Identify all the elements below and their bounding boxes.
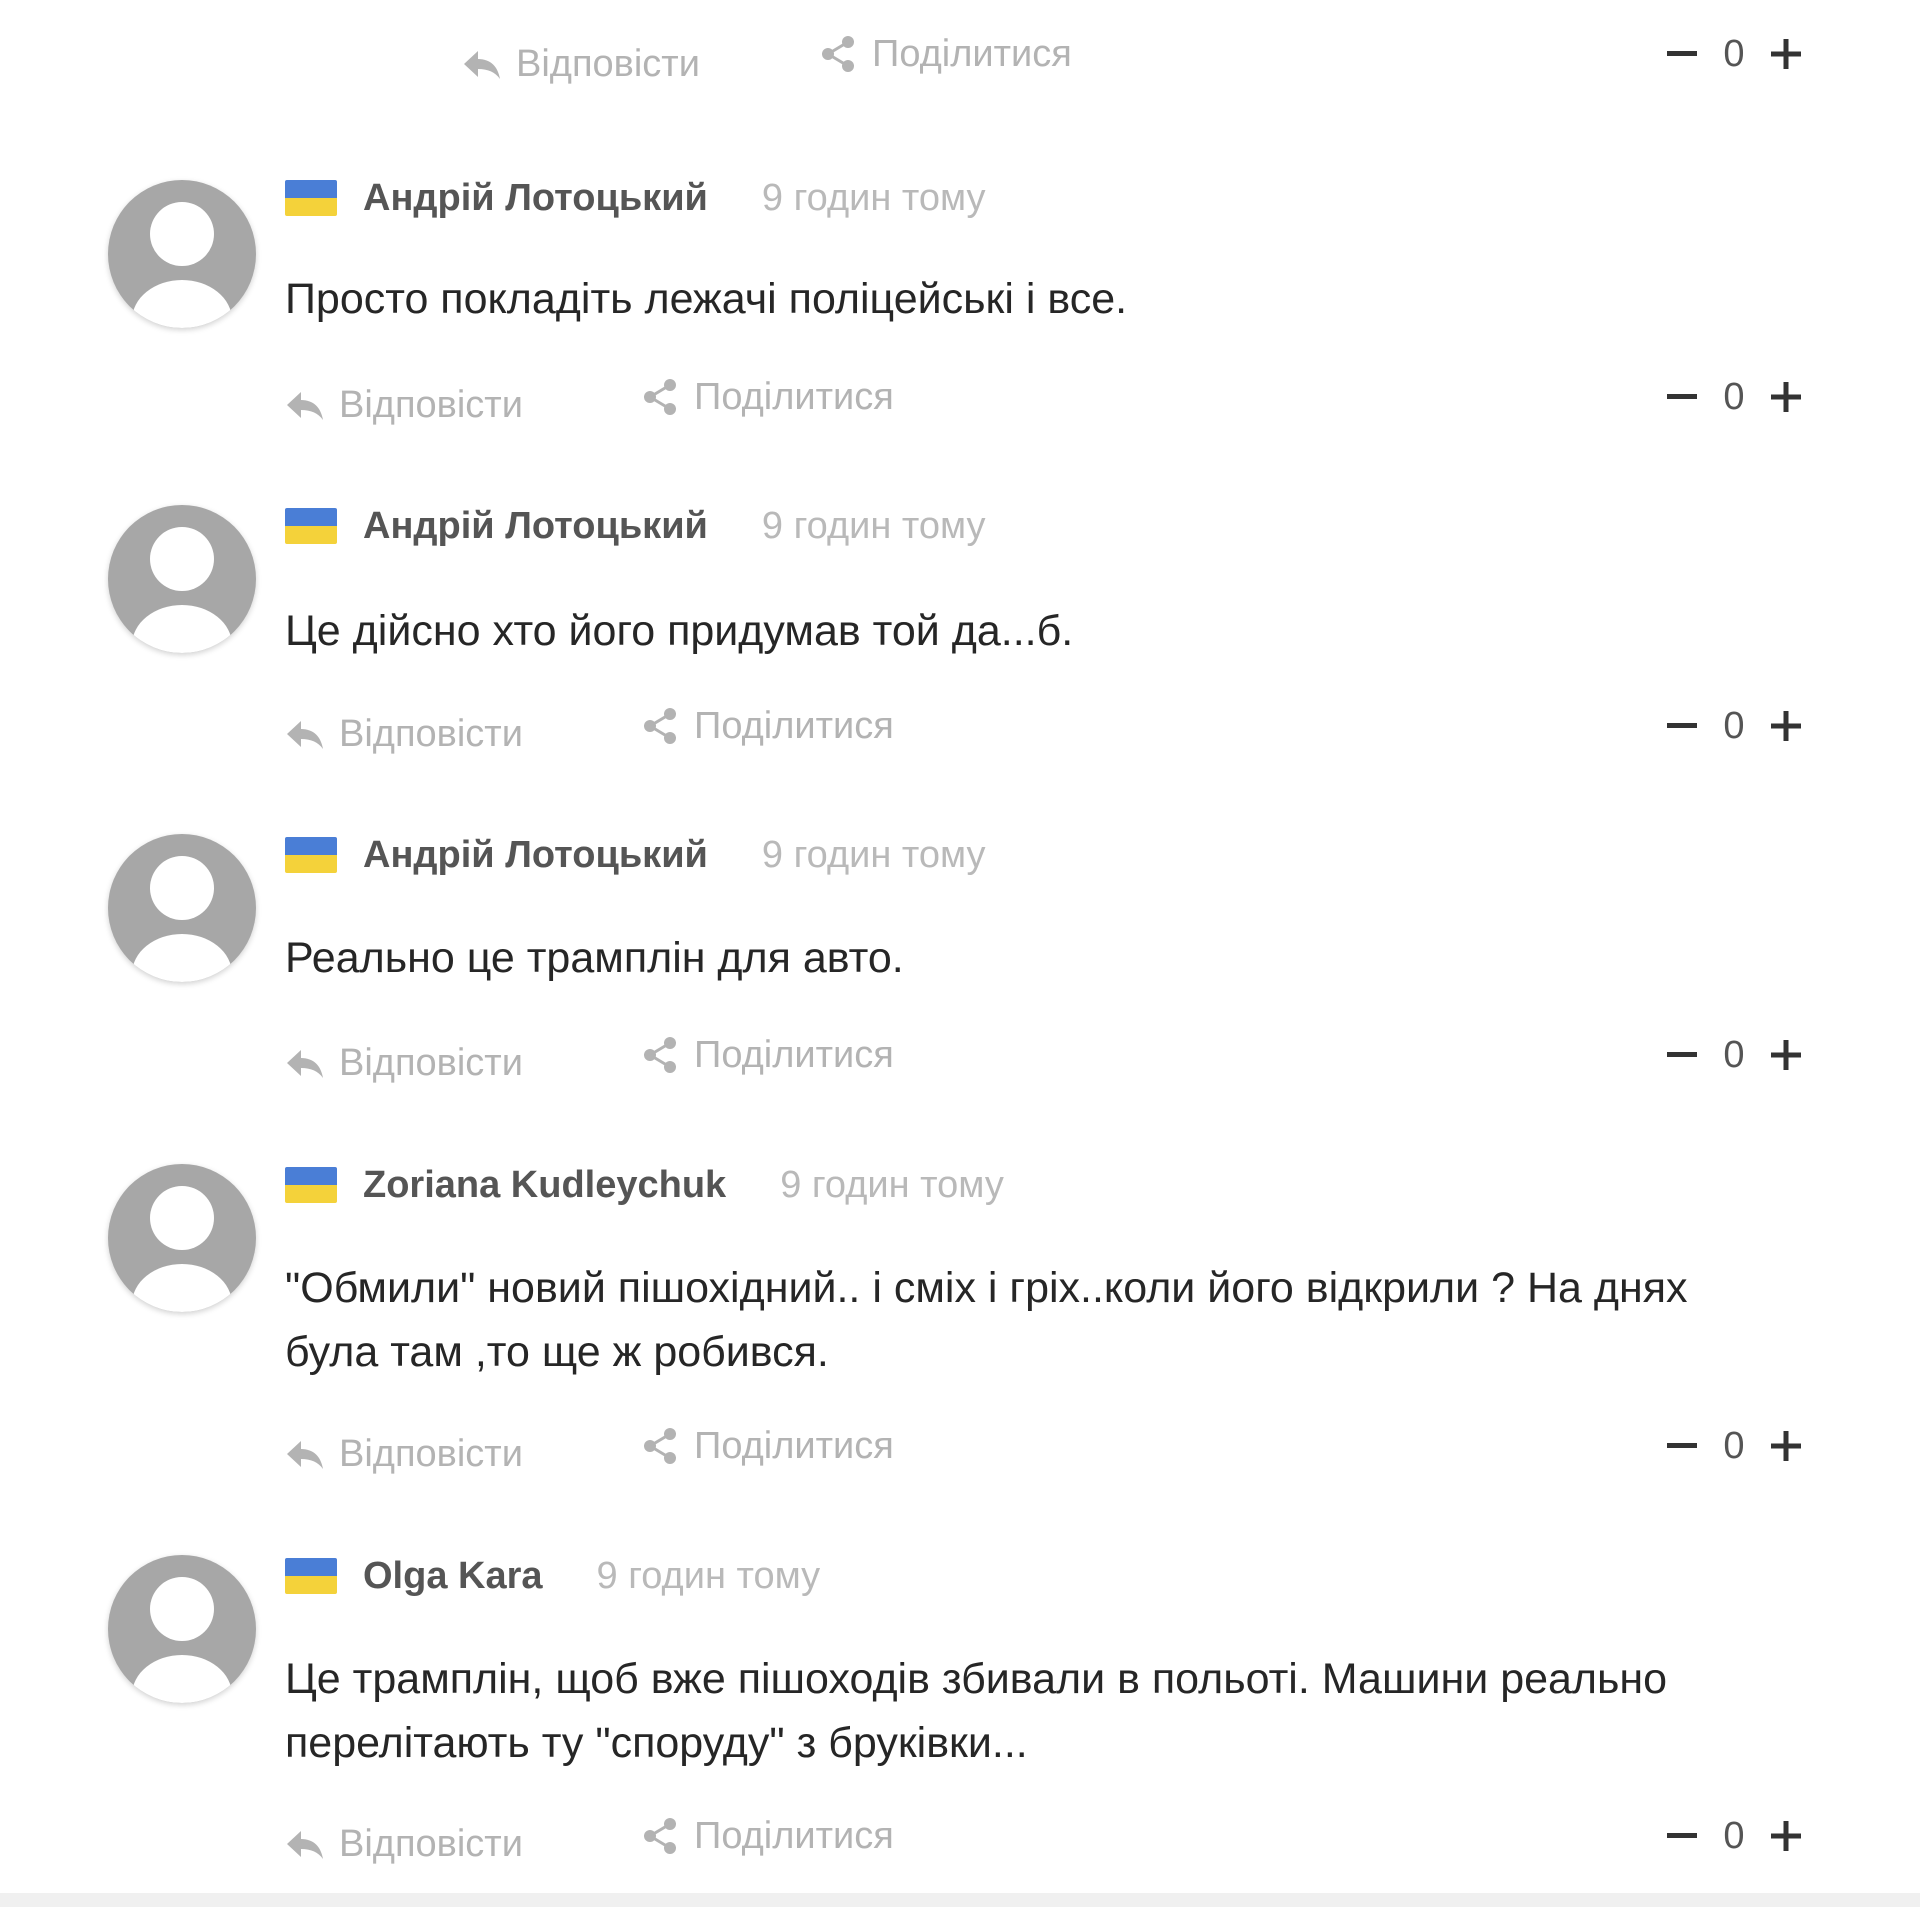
ukraine-flag-icon <box>285 1558 337 1594</box>
comment-time[interactable]: 9 годин тому <box>762 834 986 877</box>
comment-actions: Відповісти Поділитися 0 <box>0 1416 1920 1476</box>
comment-meta: Андрій Лотоцький 9 годин тому <box>285 830 986 880</box>
reply-arrow-icon <box>285 717 339 751</box>
share-button[interactable]: Поділитися <box>818 24 1072 84</box>
comment-author[interactable]: Андрій Лотоцький <box>363 505 708 548</box>
comment-time[interactable]: 9 годин тому <box>762 505 986 548</box>
share-icon <box>640 1816 694 1856</box>
comment-author[interactable]: Olga Kara <box>363 1555 543 1598</box>
comment-text: Реально це трамплін для авто. <box>285 934 904 982</box>
comment-meta: Zoriana Kudleychuk 9 годин тому <box>285 1160 1004 1210</box>
comment-actions: Відповісти Поділитися 0 <box>0 696 1920 756</box>
reply-label: Відповісти <box>339 1822 523 1865</box>
share-button[interactable]: Поділитися <box>640 1025 894 1085</box>
vote-count: 0 <box>1723 1814 1745 1857</box>
minus-icon[interactable] <box>1665 380 1699 414</box>
comment-text: "Обмили" новий пішохідний.. і сміх і грі… <box>285 1264 1688 1376</box>
share-button[interactable]: Поділитися <box>640 367 894 427</box>
comment-text: Це трамплін, щоб вже пішоходів збивали в… <box>285 1655 1668 1767</box>
comment-text: Просто покладіть лежачі поліцейські і вс… <box>285 275 1128 323</box>
vote-count: 0 <box>1723 1033 1745 1076</box>
ukraine-flag-icon <box>285 180 337 216</box>
comment-time[interactable]: 9 годин тому <box>762 177 986 220</box>
reply-label: Відповісти <box>516 42 700 85</box>
comment-author[interactable]: Андрій Лотоцький <box>363 177 708 220</box>
reply-button[interactable]: Відповісти <box>285 1814 523 1874</box>
plus-icon[interactable] <box>1769 1429 1803 1463</box>
minus-icon[interactable] <box>1665 1819 1699 1853</box>
comment-meta: Андрій Лотоцький 9 годин тому <box>285 501 986 551</box>
vote-control: 0 <box>1665 1025 1803 1085</box>
comment-actions: Відповісти Поділитися 0 <box>0 367 1920 427</box>
share-button[interactable]: Поділитися <box>640 696 894 756</box>
vote-control: 0 <box>1665 367 1803 427</box>
user-avatar-icon <box>108 1164 256 1312</box>
vote-count: 0 <box>1723 1424 1745 1467</box>
reply-arrow-icon <box>285 388 339 422</box>
vote-count: 0 <box>1723 375 1745 418</box>
vote-count: 0 <box>1723 704 1745 747</box>
reply-button[interactable]: Відповісти <box>285 1424 523 1484</box>
share-button[interactable]: Поділитися <box>640 1806 894 1866</box>
plus-icon[interactable] <box>1769 709 1803 743</box>
vote-control: 0 <box>1665 1806 1803 1866</box>
ukraine-flag-icon <box>285 508 337 544</box>
reply-label: Відповісти <box>339 1432 523 1475</box>
plus-icon[interactable] <box>1769 1819 1803 1853</box>
share-icon <box>640 1035 694 1075</box>
share-label: Поділитися <box>694 704 894 747</box>
reply-button[interactable]: Відповісти <box>285 375 523 435</box>
share-label: Поділитися <box>872 32 1072 75</box>
plus-icon[interactable] <box>1769 380 1803 414</box>
comment-text: Це дійсно хто його придумав той да...б. <box>285 607 1074 655</box>
reply-label: Відповісти <box>339 1041 523 1084</box>
comment-actions: Відповісти Поділитися 0 <box>0 1806 1920 1866</box>
reply-button[interactable]: Відповісти <box>462 34 700 94</box>
comment-meta: Olga Kara 9 годин тому <box>285 1551 820 1601</box>
share-icon <box>640 377 694 417</box>
comment-time[interactable]: 9 годин тому <box>780 1164 1004 1207</box>
reply-arrow-icon <box>285 1437 339 1471</box>
reply-arrow-icon <box>285 1046 339 1080</box>
comment-author[interactable]: Zoriana Kudleychuk <box>363 1164 726 1207</box>
comment-author[interactable]: Андрій Лотоцький <box>363 834 708 877</box>
ukraine-flag-icon <box>285 1167 337 1203</box>
reply-label: Відповісти <box>339 712 523 755</box>
vote-control: 0 <box>1665 24 1803 84</box>
plus-icon[interactable] <box>1769 1038 1803 1072</box>
share-icon <box>640 1426 694 1466</box>
ukraine-flag-icon <box>285 837 337 873</box>
share-icon <box>640 706 694 746</box>
comment-time[interactable]: 9 годин тому <box>597 1555 821 1598</box>
user-avatar-icon <box>108 180 256 328</box>
comment-meta: Андрій Лотоцький 9 годин тому <box>285 173 986 223</box>
minus-icon[interactable] <box>1665 1038 1699 1072</box>
reply-button[interactable]: Відповісти <box>285 1033 523 1093</box>
reply-button[interactable]: Відповісти <box>285 704 523 764</box>
share-label: Поділитися <box>694 1033 894 1076</box>
vote-count: 0 <box>1723 32 1745 75</box>
minus-icon[interactable] <box>1665 37 1699 71</box>
minus-icon[interactable] <box>1665 1429 1699 1463</box>
plus-icon[interactable] <box>1769 37 1803 71</box>
user-avatar-icon <box>108 834 256 982</box>
reply-arrow-icon <box>285 1827 339 1861</box>
reply-arrow-icon <box>462 47 516 81</box>
share-button[interactable]: Поділитися <box>640 1416 894 1476</box>
comment-actions: Відповісти Поділитися 0 <box>0 1025 1920 1085</box>
vote-control: 0 <box>1665 1416 1803 1476</box>
user-avatar-icon <box>108 505 256 653</box>
share-label: Поділитися <box>694 1814 894 1857</box>
comments-page: Відповісти Поділитися 0 Андрій Лотоцький… <box>0 0 1920 1907</box>
minus-icon[interactable] <box>1665 709 1699 743</box>
share-icon <box>818 34 872 74</box>
user-avatar-icon <box>108 1555 256 1703</box>
bottom-divider <box>0 1893 1920 1907</box>
reply-label: Відповісти <box>339 383 523 426</box>
comment-actions-top: Відповісти Поділитися 0 <box>0 33 1920 94</box>
share-label: Поділитися <box>694 375 894 418</box>
share-label: Поділитися <box>694 1424 894 1467</box>
vote-control: 0 <box>1665 696 1803 756</box>
